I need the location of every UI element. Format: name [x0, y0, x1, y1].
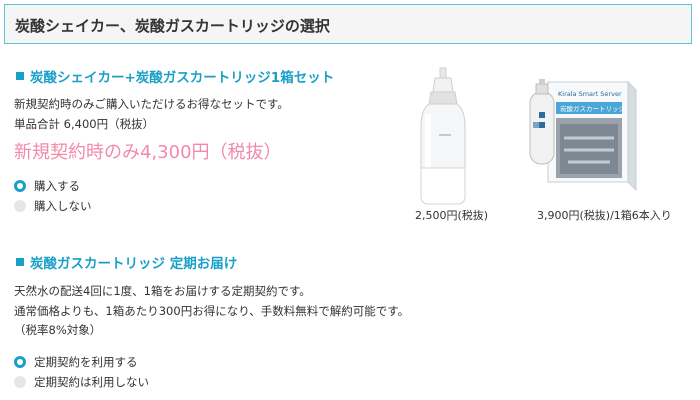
radio-selected-icon[interactable]: [14, 180, 26, 192]
box-label-text: 炭酸ガスカートリッジ: [560, 104, 626, 113]
subscription-line-1: 天然水の配送4回に1度、1箱をお届けする定期契約です。: [14, 284, 311, 298]
subscription-section-title: 炭酸ガスカートリッジ 定期お届け: [16, 252, 237, 272]
radio-no-purchase[interactable]: 購入しない: [14, 198, 92, 214]
radio-no-subscribe-label[interactable]: 定期契約は利用しない: [34, 374, 149, 390]
radio-no-purchase-label[interactable]: 購入しない: [34, 198, 92, 214]
radio-no-subscribe[interactable]: 定期契約は利用しない: [14, 374, 149, 390]
radio-unselected-icon[interactable]: [14, 200, 26, 212]
set-section-title: 炭酸シェイカー+炭酸ガスカートリッジ1箱セット: [16, 66, 334, 86]
shaker-bottle-icon: [420, 67, 466, 205]
radio-purchase-label[interactable]: 購入する: [34, 178, 80, 194]
set-total-price: 単品合計 6,400円（税抜）: [14, 117, 155, 131]
square-bullet-icon: [16, 72, 24, 80]
shaker-price-caption: 2,500円(税抜): [415, 209, 489, 222]
radio-purchase[interactable]: 購入する: [14, 178, 80, 194]
radio-subscribe[interactable]: 定期契約を利用する: [14, 354, 138, 370]
set-special-price: 新規契約時のみ4,300円（税抜）: [14, 142, 282, 163]
page-title: 炭酸シェイカー、炭酸ガスカートリッジの選択: [15, 17, 330, 35]
gas-cartridge-box-icon: Kirala Smart Server 炭酸ガスカートリッジ: [529, 79, 638, 192]
cartridge-price-caption: 3,900円(税抜)/1箱6本入り: [537, 209, 672, 222]
square-bullet-icon: [16, 258, 24, 266]
set-section-title-text: 炭酸シェイカー+炭酸ガスカートリッジ1箱セット: [30, 70, 335, 86]
radio-selected-icon[interactable]: [14, 356, 26, 368]
set-description: 新規契約時のみご購入いただけるお得なセットです。: [14, 97, 289, 111]
subscription-section-title-text: 炭酸ガスカートリッジ 定期お届け: [30, 256, 238, 272]
radio-subscribe-label[interactable]: 定期契約を利用する: [34, 354, 138, 370]
subscription-line-2: 通常価格よりも、1箱あたり300円お得になり、手数料無料で解約可能です。: [14, 304, 410, 318]
subscription-tax-note: （税率8%対象）: [14, 323, 102, 337]
box-brand-text: Kirala Smart Server: [558, 90, 622, 98]
radio-unselected-icon[interactable]: [14, 376, 26, 388]
section-header: 炭酸シェイカー、炭酸ガスカートリッジの選択: [4, 4, 692, 44]
